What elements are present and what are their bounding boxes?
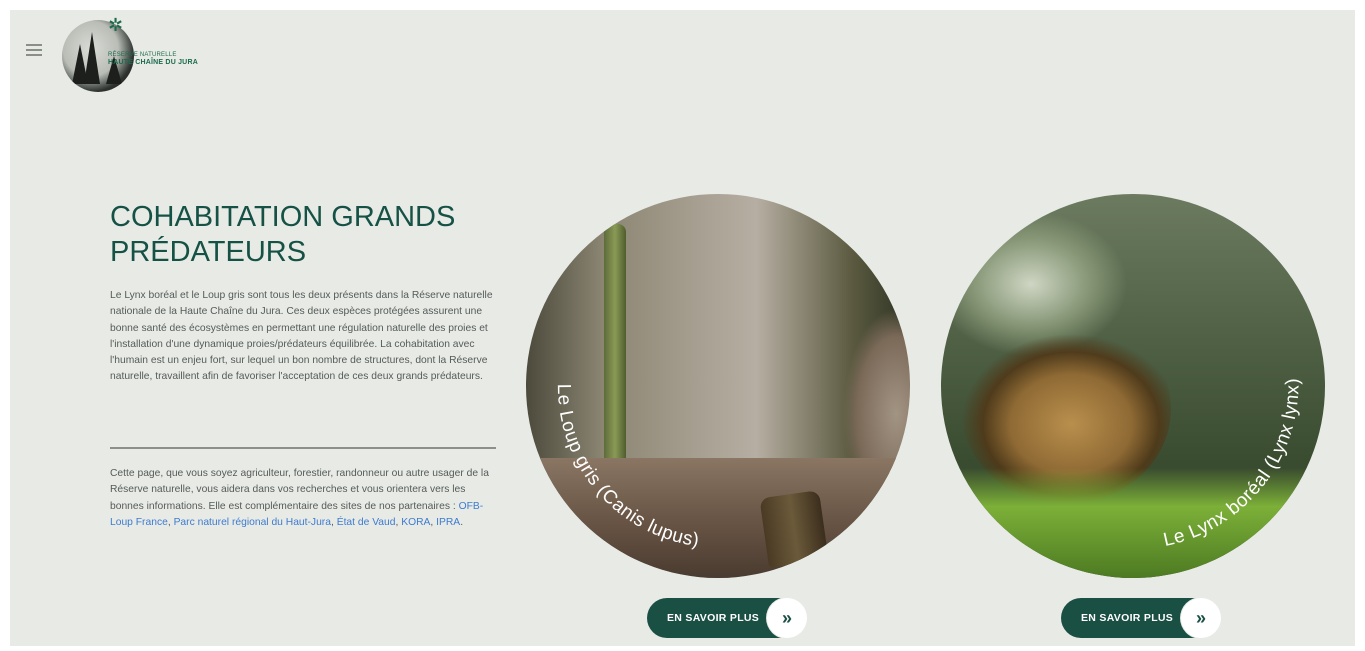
wolf-label-svg: Le Loup gris (Canis lupus) — [553, 384, 701, 551]
lynx-learn-more-label: EN SAVOIR PLUS — [1081, 612, 1174, 624]
wolf-label: Le Loup gris (Canis lupus) — [553, 384, 701, 551]
partners-paragraph: Cette page, que vous soyez agriculteur, … — [110, 468, 489, 528]
wolf-image[interactable]: Le Loup gris (Canis lupus) — [526, 194, 910, 578]
double-chevron-right-icon: » — [1181, 598, 1221, 638]
logo-text: RÉSERVE NATURELLE HAUTE CHAÎNE DU JURA — [108, 52, 198, 66]
lynx-label: Le Lynx boréal (Lynx lynx) — [1161, 378, 1303, 551]
lynx-label-svg: Le Lynx boréal (Lynx lynx) — [1161, 378, 1303, 551]
intro-paragraph: Le Lynx boréal et le Loup gris sont tous… — [110, 290, 493, 383]
double-chevron-right-icon: » — [767, 598, 807, 638]
lynx-learn-more-button[interactable]: EN SAVOIR PLUS » — [1061, 598, 1221, 638]
wolf-learn-more-button[interactable]: EN SAVOIR PLUS » — [647, 598, 807, 638]
wolf-learn-more-label: EN SAVOIR PLUS — [667, 612, 760, 624]
logo-name: HAUTE CHAÎNE DU JURA — [108, 59, 198, 66]
link-ipra[interactable]: IPRA — [436, 517, 460, 528]
page-title: COHABITATION GRANDS PRÉDATEURS — [110, 201, 456, 268]
link-etat-de-vaud[interactable]: État de Vaud — [337, 517, 396, 528]
logo-small-text: RÉSERVE NATURELLE — [108, 52, 177, 58]
hamburger-menu-icon[interactable] — [26, 44, 42, 56]
site-logo[interactable]: ✲ RÉSERVE NATURELLE HAUTE CHAÎNE DU JURA — [62, 16, 212, 96]
page: ✲ RÉSERVE NATURELLE HAUTE CHAÎNE DU JURA… — [10, 10, 1355, 646]
logo-star-icon: ✲ — [108, 15, 124, 35]
partners-text: Cette page, que vous soyez agriculteur, … — [110, 468, 489, 512]
lynx-image[interactable]: Le Lynx boréal (Lynx lynx) — [941, 194, 1325, 578]
link-kora[interactable]: KORA — [401, 517, 430, 528]
divider — [110, 447, 496, 449]
link-pnr-haut-jura[interactable]: Parc naturel régional du Haut-Jura — [174, 517, 331, 528]
